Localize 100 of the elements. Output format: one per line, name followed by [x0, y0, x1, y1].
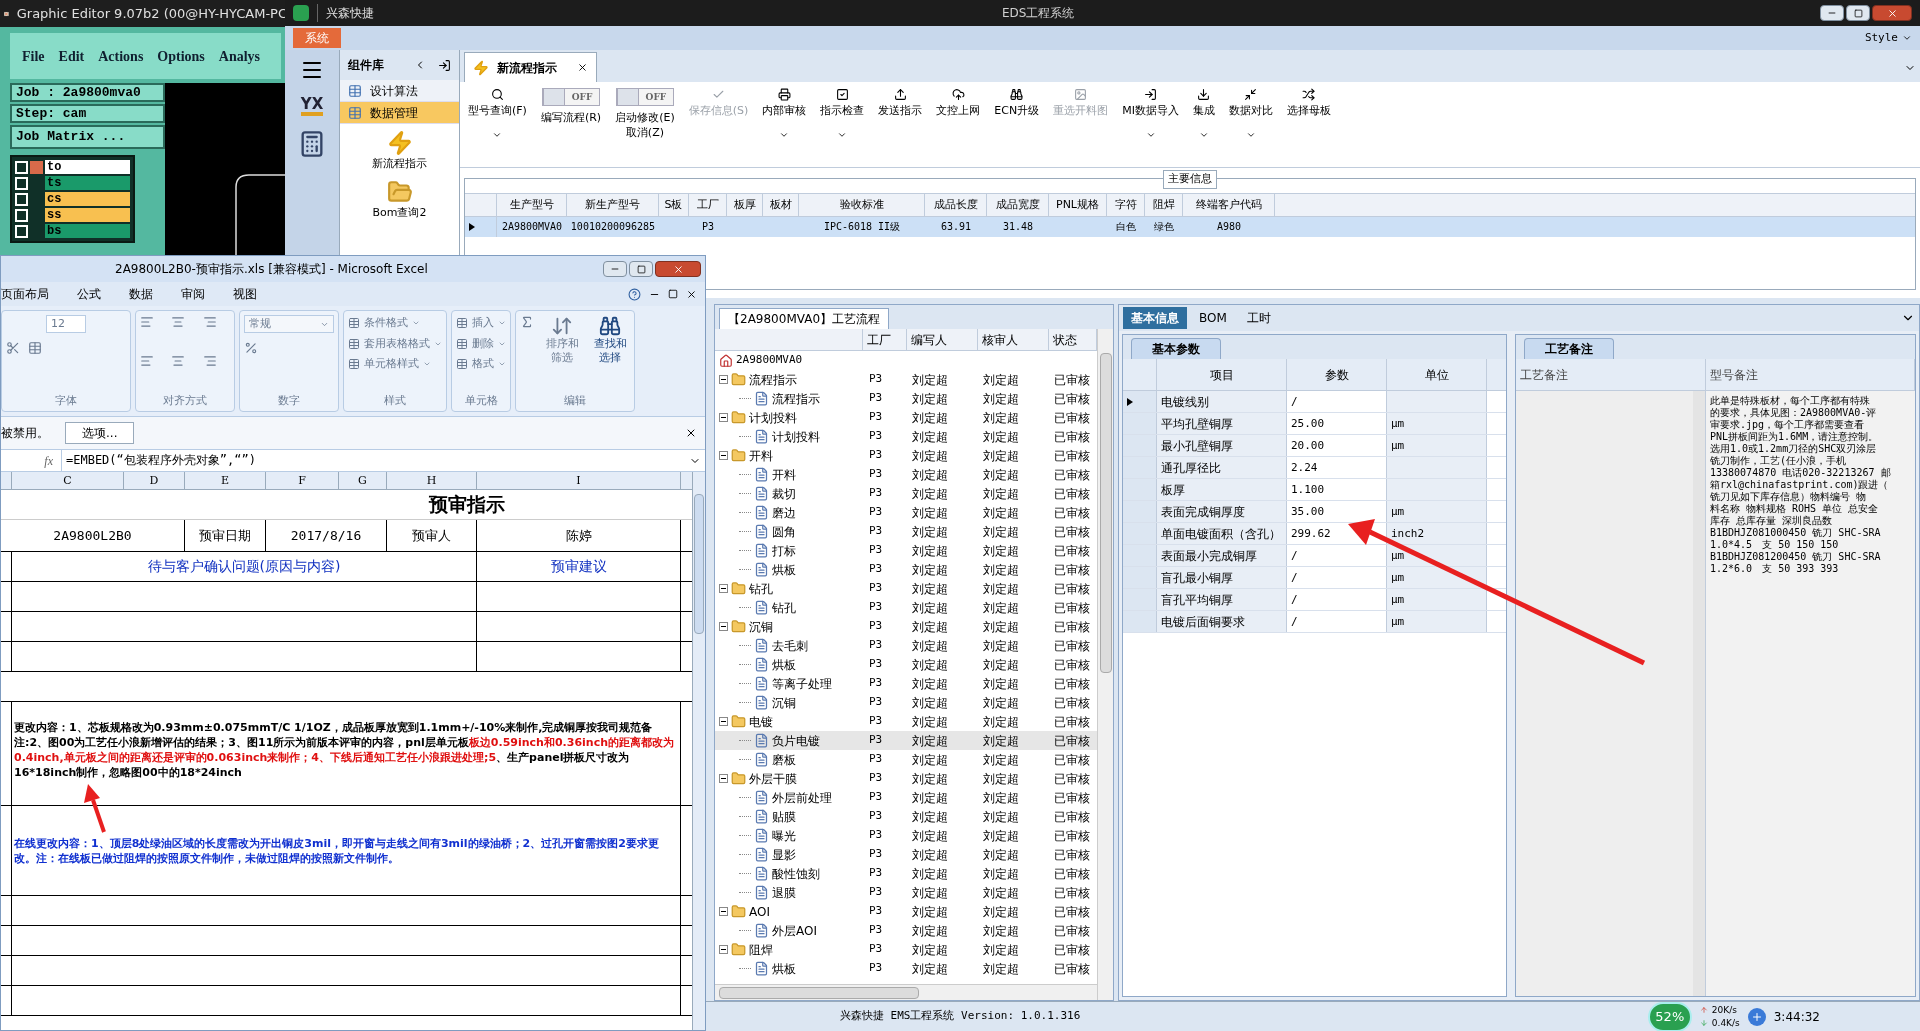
tree-label: 钻孔 — [749, 580, 773, 598]
ribbon-button[interactable]: 排序和筛选 — [542, 315, 582, 389]
table-cell-text: 刘定超 — [982, 846, 1021, 864]
tree-row[interactable]: 磨板 P3 刘定超 刘定超 已审核 — [715, 750, 1097, 769]
toolbar-button[interactable]: 内部审核 — [758, 88, 811, 140]
toolbar-button[interactable]: 选择母板 — [1282, 88, 1335, 120]
tree-row[interactable]: 外层干膜 P3 刘定超 刘定超 已审核 — [715, 769, 1097, 788]
tree-row[interactable]: 烘板 P3 刘定超 刘定超 已审核 — [715, 959, 1097, 978]
toolbar-button[interactable]: ECN升级 — [990, 88, 1044, 120]
tree-label: 显影 — [772, 846, 796, 864]
tool-item[interactable]: 新流程指示 — [340, 130, 459, 173]
tree-row[interactable]: 沉铜 P3 刘定超 刘定超 已审核 — [715, 617, 1097, 636]
menu-item[interactable]: File — [22, 45, 45, 67]
tree-row[interactable]: 烘板 P3 刘定超 刘定超 已审核 — [715, 655, 1097, 674]
number-format-field[interactable]: 常规 — [244, 315, 334, 333]
ribbon-button[interactable]: 套用表格格式 — [348, 335, 442, 352]
tree-row[interactable]: 去毛刺 P3 刘定超 刘定超 已审核 — [715, 636, 1097, 655]
tree-row[interactable]: 外层AOI P3 刘定超 刘定超 已审核 — [715, 921, 1097, 940]
font-size-field[interactable]: 12 — [46, 315, 86, 333]
tree-row[interactable]: 外层前处理 P3 刘定超 刘定超 已审核 — [715, 788, 1097, 807]
layer-name[interactable]: ss — [45, 208, 130, 222]
tab[interactable]: BOM — [1191, 307, 1235, 329]
ribbon-tab[interactable]: 视图 — [233, 285, 257, 303]
menu-item[interactable]: Edit — [58, 45, 85, 67]
tree-row[interactable]: 开料 P3 刘定超 刘定超 已审核 — [715, 465, 1097, 484]
layer-name[interactable]: bs — [45, 224, 130, 238]
tree-row[interactable]: 流程指示 P3 刘定超 刘定超 已审核 — [715, 370, 1097, 389]
tree-row[interactable]: 钻孔 P3 刘定超 刘定超 已审核 — [715, 579, 1097, 598]
layer-name[interactable]: to — [45, 160, 130, 174]
ribbon-button[interactable]: 插入 — [456, 315, 506, 332]
tree-label: 退膜 — [772, 884, 796, 902]
library-item[interactable]: 设计算法 — [340, 80, 459, 102]
toolbar-button[interactable]: 数据对比 — [1224, 88, 1277, 140]
table-cell-text: 刘定超 — [982, 960, 1021, 978]
ribbon-tab[interactable]: 页面布局 — [1, 285, 49, 303]
style-menu[interactable]: Style — [1864, 29, 1912, 47]
ribbon-tab[interactable]: 数据 — [129, 285, 153, 303]
tree-row[interactable]: 打标 P3 刘定超 刘定超 已审核 — [715, 541, 1097, 560]
tree-row[interactable]: 圆角 P3 刘定超 刘定超 已审核 — [715, 522, 1097, 541]
ribbon-button[interactable]: 格式 — [456, 356, 506, 373]
tree-row[interactable]: 烘板 P3 刘定超 刘定超 已审核 — [715, 560, 1097, 579]
tree-row[interactable]: 退膜 P3 刘定超 刘定超 已审核 — [715, 883, 1097, 902]
table-row[interactable]: 2A9800MVA0 10010200096285 P3 IPC-6018 II级 63.91 31.48 白色 绿色 A980 — [465, 217, 1915, 237]
tree-row[interactable]: 等离子处理 P3 刘定超 刘定超 已审核 — [715, 674, 1097, 693]
tree-row[interactable]: 电镀 P3 刘定超 刘定超 已审核 — [715, 712, 1097, 731]
tree-row[interactable]: 计划投料 P3 刘定超 刘定超 已审核 — [715, 408, 1097, 427]
toolbar-button[interactable]: 指示检查 — [816, 88, 869, 140]
layer-name[interactable]: cs — [45, 192, 130, 206]
tree-row[interactable]: 磨边 P3 刘定超 刘定超 已审核 — [715, 503, 1097, 522]
library-item[interactable]: 数据管理 — [340, 102, 459, 124]
window-title: 2A9800L2B0-预审指示.xls [兼容模式] - Microsoft Excel — [115, 261, 428, 278]
toolbar-button[interactable]: MI数据导入 — [1118, 88, 1183, 140]
menu-item[interactable]: Options — [157, 45, 205, 67]
formula-field[interactable]: =EMBED(“包装程序外壳对象”,“”) — [61, 450, 685, 471]
ribbon-tab[interactable]: 公式 — [77, 285, 101, 303]
column-header: 编写人 — [906, 329, 979, 350]
tree-row[interactable]: 负片电镀 P3 刘定超 刘定超 已审核 — [715, 731, 1097, 750]
panel-tab[interactable]: 【2A9800MVA0】工艺流程 — [719, 308, 890, 329]
tree-row[interactable]: 沉铜 P3 刘定超 刘定超 已审核 — [715, 693, 1097, 712]
toggle-switch[interactable]: OFF — [615, 88, 674, 106]
tree-row[interactable]: 裁切 P3 刘定超 刘定超 已审核 — [715, 484, 1097, 503]
toolbar-button[interactable]: 型号查询(F) — [464, 88, 531, 140]
ribbon-tab[interactable]: 审阅 — [181, 285, 205, 303]
logo[interactable]: YX — [300, 96, 324, 116]
toggle-switch[interactable]: OFF — [542, 88, 601, 106]
tab[interactable]: 基本信息 — [1123, 307, 1187, 329]
panel-tab[interactable]: 基本参数 — [1131, 338, 1221, 359]
tree-row[interactable]: 钻孔 P3 刘定超 刘定超 已审核 — [715, 598, 1097, 617]
table-cell-text: P3 — [868, 371, 884, 388]
ribbon-button[interactable]: 删除 — [456, 335, 506, 352]
tree-row[interactable]: 显影 P3 刘定超 刘定超 已审核 — [715, 845, 1097, 864]
group-label: 字体 — [54, 392, 78, 409]
table-cell-text: 刘定超 — [982, 466, 1021, 484]
toolbar-button[interactable]: 集成 — [1188, 88, 1219, 140]
tree-row[interactable]: AOI P3 刘定超 刘定超 已审核 — [715, 902, 1097, 921]
tree-row[interactable]: 阻焊 P3 刘定超 刘定超 已审核 — [715, 940, 1097, 959]
document-tab[interactable]: 新流程指示 — [464, 52, 597, 82]
tree-label: 磨边 — [772, 504, 796, 522]
table-cell-text: 已审核 — [1052, 675, 1091, 693]
tree-row[interactable]: 流程指示 P3 刘定超 刘定超 已审核 — [715, 389, 1097, 408]
ribbon-button[interactable]: 单元格样式 — [348, 356, 442, 373]
layer-name[interactable]: ts — [45, 176, 130, 190]
tab[interactable]: 工时 — [1238, 307, 1279, 329]
tree-row[interactable]: 曝光 P3 刘定超 刘定超 已审核 — [715, 826, 1097, 845]
ribbon-button[interactable]: 条件格式 — [348, 315, 442, 332]
job-matrix-button[interactable]: Job Matrix ... — [10, 125, 165, 149]
panel-tab[interactable]: 工艺备注 — [1524, 338, 1614, 359]
tree-row[interactable]: 2A9800MVA0 — [715, 351, 1097, 370]
tree-row[interactable]: 计划投料 P3 刘定超 刘定超 已审核 — [715, 427, 1097, 446]
tree-row[interactable]: 贴膜 P3 刘定超 刘定超 已审核 — [715, 807, 1097, 826]
menu-item[interactable]: Actions — [98, 45, 144, 67]
toolbar-button[interactable]: 发送指示 — [874, 88, 927, 120]
toolbar-button[interactable]: 文控上网 — [932, 88, 985, 120]
tool-item[interactable]: Bom查询2 — [340, 178, 459, 221]
function-button[interactable]: fx — [44, 451, 53, 470]
options-button[interactable]: 选项... — [65, 422, 135, 444]
ribbon-button[interactable]: 查找和选择 — [590, 315, 630, 389]
tree-row[interactable]: 开料 P3 刘定超 刘定超 已审核 — [715, 446, 1097, 465]
tree-row[interactable]: 酸性蚀刻 P3 刘定超 刘定超 已审核 — [715, 864, 1097, 883]
menu-item[interactable]: Analys — [218, 45, 261, 67]
